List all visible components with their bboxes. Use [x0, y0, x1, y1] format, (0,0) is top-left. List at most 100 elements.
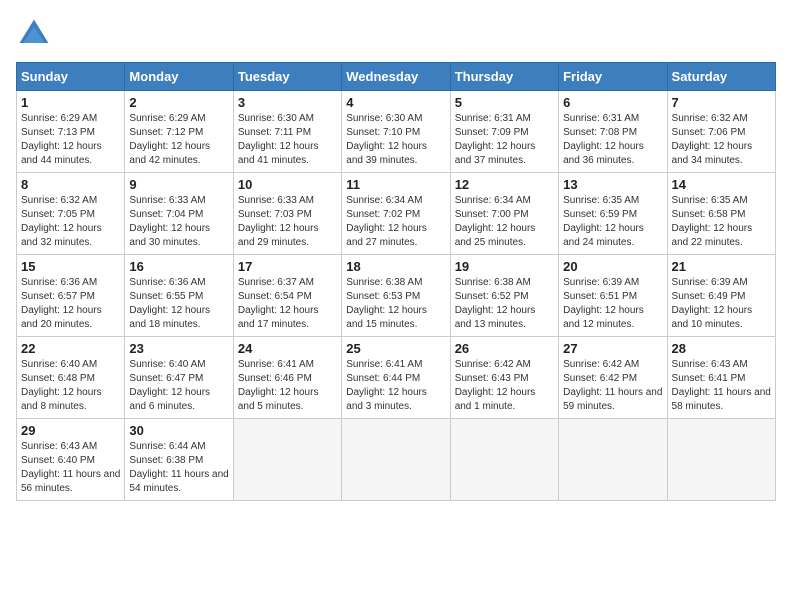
day-info: Sunrise: 6:39 AMSunset: 6:49 PMDaylight:… [672, 276, 771, 332]
calendar-cell [667, 419, 775, 501]
day-info: Sunrise: 6:43 AMSunset: 6:40 PMDaylight:… [21, 440, 120, 496]
day-number: 8 [21, 177, 120, 192]
day-info: Sunrise: 6:40 AMSunset: 6:48 PMDaylight:… [21, 358, 120, 414]
day-number: 4 [346, 95, 445, 110]
calendar-cell: 18 Sunrise: 6:38 AMSunset: 6:53 PMDayligh… [342, 255, 450, 337]
calendar-cell: 1 Sunrise: 6:29 AMSunset: 7:13 PMDaylight… [17, 91, 125, 173]
calendar-table: SundayMondayTuesdayWednesdayThursdayFrid… [16, 62, 776, 501]
calendar-cell: 26 Sunrise: 6:42 AMSunset: 6:43 PMDayligh… [450, 337, 558, 419]
day-info: Sunrise: 6:42 AMSunset: 6:42 PMDaylight:… [563, 358, 662, 414]
day-info: Sunrise: 6:36 AMSunset: 6:55 PMDaylight:… [129, 276, 228, 332]
calendar-cell: 11Sunrise: 6:34 AMSunset: 7:02 PMDayligh… [342, 173, 450, 255]
calendar-cell: 20 Sunrise: 6:39 AMSunset: 6:51 PMDayligh… [559, 255, 667, 337]
day-number: 29 [21, 423, 120, 438]
logo [16, 16, 56, 52]
calendar-cell: 19 Sunrise: 6:38 AMSunset: 6:52 PMDayligh… [450, 255, 558, 337]
day-number: 22 [21, 341, 120, 356]
calendar-cell: 15 Sunrise: 6:36 AMSunset: 6:57 PMDayligh… [17, 255, 125, 337]
calendar-cell [233, 419, 341, 501]
day-number: 19 [455, 259, 554, 274]
day-of-week-header: Wednesday [342, 63, 450, 91]
day-info: Sunrise: 6:44 AMSunset: 6:38 PMDaylight:… [129, 440, 228, 496]
day-info: Sunrise: 6:35 AMSunset: 6:58 PMDaylight:… [672, 194, 771, 250]
day-number: 10 [238, 177, 337, 192]
day-info: Sunrise: 6:29 AMSunset: 7:13 PMDaylight:… [21, 112, 120, 168]
day-info: Sunrise: 6:42 AMSunset: 6:43 PMDaylight:… [455, 358, 554, 414]
day-number: 14 [672, 177, 771, 192]
day-info: Sunrise: 6:40 AMSunset: 6:47 PMDaylight:… [129, 358, 228, 414]
calendar-cell: 3 Sunrise: 6:30 AMSunset: 7:11 PMDaylight… [233, 91, 341, 173]
day-number: 6 [563, 95, 662, 110]
day-number: 23 [129, 341, 228, 356]
day-number: 26 [455, 341, 554, 356]
calendar-cell: 21 Sunrise: 6:39 AMSunset: 6:49 PMDayligh… [667, 255, 775, 337]
calendar-cell: 24 Sunrise: 6:41 AMSunset: 6:46 PMDayligh… [233, 337, 341, 419]
day-info: Sunrise: 6:41 AMSunset: 6:46 PMDaylight:… [238, 358, 337, 414]
day-info: Sunrise: 6:32 AMSunset: 7:06 PMDaylight:… [672, 112, 771, 168]
day-number: 17 [238, 259, 337, 274]
calendar-cell: 27 Sunrise: 6:42 AMSunset: 6:42 PMDayligh… [559, 337, 667, 419]
day-of-week-header: Monday [125, 63, 233, 91]
calendar-cell [342, 419, 450, 501]
day-number: 1 [21, 95, 120, 110]
day-of-week-header: Sunday [17, 63, 125, 91]
day-number: 13 [563, 177, 662, 192]
day-of-week-header: Friday [559, 63, 667, 91]
day-info: Sunrise: 6:29 AMSunset: 7:12 PMDaylight:… [129, 112, 228, 168]
calendar-cell: 12 Sunrise: 6:34 AMSunset: 7:00 PMDayligh… [450, 173, 558, 255]
calendar-cell [559, 419, 667, 501]
calendar-cell: 23 Sunrise: 6:40 AMSunset: 6:47 PMDayligh… [125, 337, 233, 419]
day-info: Sunrise: 6:39 AMSunset: 6:51 PMDaylight:… [563, 276, 662, 332]
logo-icon [16, 16, 52, 52]
page-header [16, 16, 776, 52]
day-info: Sunrise: 6:30 AMSunset: 7:10 PMDaylight:… [346, 112, 445, 168]
day-info: Sunrise: 6:35 AMSunset: 6:59 PMDaylight:… [563, 194, 662, 250]
day-of-week-header: Saturday [667, 63, 775, 91]
day-info: Sunrise: 6:43 AMSunset: 6:41 PMDaylight:… [672, 358, 771, 414]
day-number: 28 [672, 341, 771, 356]
day-number: 2 [129, 95, 228, 110]
day-number: 12 [455, 177, 554, 192]
calendar-cell: 5 Sunrise: 6:31 AMSunset: 7:09 PMDaylight… [450, 91, 558, 173]
day-info: Sunrise: 6:41 AMSunset: 6:44 PMDaylight:… [346, 358, 445, 414]
day-number: 9 [129, 177, 228, 192]
calendar-cell: 30 Sunrise: 6:44 AMSunset: 6:38 PMDayligh… [125, 419, 233, 501]
calendar-cell: 13 Sunrise: 6:35 AMSunset: 6:59 PMDayligh… [559, 173, 667, 255]
calendar-cell: 16 Sunrise: 6:36 AMSunset: 6:55 PMDayligh… [125, 255, 233, 337]
day-info: Sunrise: 6:33 AMSunset: 7:03 PMDaylight:… [238, 194, 337, 250]
calendar-cell: 28 Sunrise: 6:43 AMSunset: 6:41 PMDayligh… [667, 337, 775, 419]
day-info: Sunrise: 6:36 AMSunset: 6:57 PMDaylight:… [21, 276, 120, 332]
day-number: 3 [238, 95, 337, 110]
calendar-cell [450, 419, 558, 501]
calendar-cell: 14 Sunrise: 6:35 AMSunset: 6:58 PMDayligh… [667, 173, 775, 255]
day-info: Sunrise: 6:34 AMSunset: 7:00 PMDaylight:… [455, 194, 554, 250]
day-number: 25 [346, 341, 445, 356]
day-number: 21 [672, 259, 771, 274]
day-of-week-header: Thursday [450, 63, 558, 91]
calendar-cell: 2 Sunrise: 6:29 AMSunset: 7:12 PMDaylight… [125, 91, 233, 173]
day-number: 27 [563, 341, 662, 356]
calendar-cell: 9 Sunrise: 6:33 AMSunset: 7:04 PMDaylight… [125, 173, 233, 255]
day-number: 20 [563, 259, 662, 274]
day-info: Sunrise: 6:38 AMSunset: 6:52 PMDaylight:… [455, 276, 554, 332]
day-info: Sunrise: 6:34 AMSunset: 7:02 PMDaylight:… [346, 194, 445, 250]
day-info: Sunrise: 6:38 AMSunset: 6:53 PMDaylight:… [346, 276, 445, 332]
calendar-cell: 22 Sunrise: 6:40 AMSunset: 6:48 PMDayligh… [17, 337, 125, 419]
calendar-cell: 8Sunrise: 6:32 AMSunset: 7:05 PMDaylight… [17, 173, 125, 255]
day-number: 16 [129, 259, 228, 274]
day-of-week-header: Tuesday [233, 63, 341, 91]
day-number: 7 [672, 95, 771, 110]
calendar-cell: 10 Sunrise: 6:33 AMSunset: 7:03 PMDayligh… [233, 173, 341, 255]
calendar-cell: 29 Sunrise: 6:43 AMSunset: 6:40 PMDayligh… [17, 419, 125, 501]
day-number: 18 [346, 259, 445, 274]
calendar-cell: 4 Sunrise: 6:30 AMSunset: 7:10 PMDaylight… [342, 91, 450, 173]
day-number: 30 [129, 423, 228, 438]
day-info: Sunrise: 6:30 AMSunset: 7:11 PMDaylight:… [238, 112, 337, 168]
day-number: 24 [238, 341, 337, 356]
day-info: Sunrise: 6:33 AMSunset: 7:04 PMDaylight:… [129, 194, 228, 250]
day-number: 15 [21, 259, 120, 274]
day-info: Sunrise: 6:31 AMSunset: 7:09 PMDaylight:… [455, 112, 554, 168]
day-number: 5 [455, 95, 554, 110]
calendar-cell: 17Sunrise: 6:37 AMSunset: 6:54 PMDayligh… [233, 255, 341, 337]
day-info: Sunrise: 6:31 AMSunset: 7:08 PMDaylight:… [563, 112, 662, 168]
